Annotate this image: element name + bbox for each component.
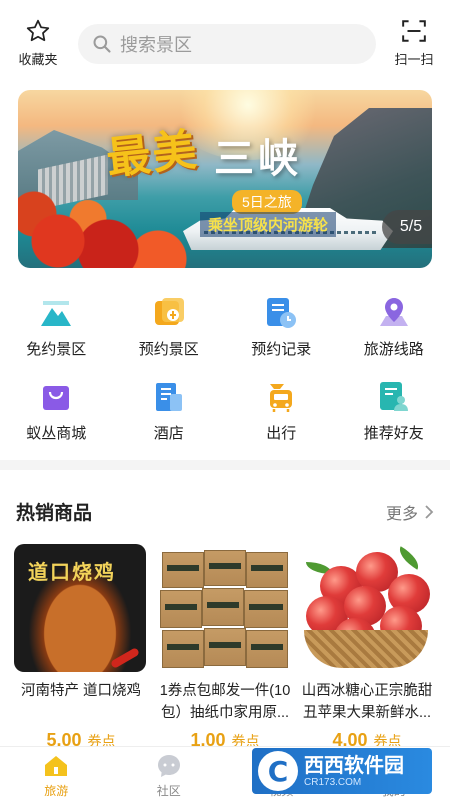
more-label: 更多	[385, 506, 418, 523]
star-icon	[26, 19, 50, 42]
product-card[interactable]: 道口烧鸡 河南特产 道口烧鸡 5.00 券点	[14, 544, 148, 751]
service-label: 推荐好友	[363, 425, 424, 442]
chili-decoration	[110, 647, 140, 669]
product-image-apple	[300, 544, 432, 672]
mountain-icon	[39, 296, 73, 330]
promo-banner[interactable]: 最美 三峡 5日之旅 乘坐顶级内河游轮 5/5	[18, 90, 432, 268]
search-placeholder: 搜索景区	[120, 35, 192, 55]
top-bar: 收藏夹 搜索景区 扫一扫	[0, 0, 450, 82]
home-icon	[43, 753, 69, 779]
scan-label: 扫一扫	[394, 52, 434, 67]
hot-products-title: 热销商品	[16, 503, 93, 524]
service-reservation-records[interactable]: 预约记录	[225, 290, 338, 374]
service-label: 免约景区	[26, 341, 87, 358]
section-divider	[0, 460, 450, 470]
scan-icon	[402, 20, 426, 42]
location-pin-icon	[377, 296, 411, 330]
search-icon	[93, 35, 111, 53]
ticket-icon	[152, 296, 186, 330]
tab-travel[interactable]: 旅游	[0, 747, 113, 800]
banner-title-main: 最美	[104, 124, 201, 185]
service-recommend-friends[interactable]: 推荐好友	[338, 374, 450, 458]
service-mall[interactable]: 蚁丛商城	[0, 374, 113, 458]
product-name: 山西冰糖心正宗脆甜丑苹果大果新鲜水...	[301, 683, 433, 721]
tab-label: 社区	[156, 784, 181, 798]
basket-decoration	[304, 630, 428, 668]
product-image-chicken: 道口烧鸡	[14, 544, 146, 672]
service-grid: 免约景区 预约景区 预约记录 旅游线路 蚁丛商城 酒店 出行 推荐好友	[0, 290, 450, 458]
record-clock-icon	[264, 296, 298, 330]
search-bar[interactable]: 搜索景区	[78, 24, 376, 64]
chat-bubble-icon	[156, 753, 182, 779]
shopping-bag-icon	[39, 380, 73, 414]
recommend-friend-icon	[377, 380, 411, 414]
service-travel-routes[interactable]: 旅游线路	[338, 290, 450, 374]
service-label: 旅游线路	[363, 341, 424, 358]
scan-button[interactable]: 扫一扫	[388, 18, 440, 68]
product-name: 1券点包邮发一件(10包）抽纸巾家用原...	[159, 683, 291, 721]
tab-community[interactable]: 社区	[113, 747, 226, 800]
service-label: 预约景区	[138, 341, 199, 358]
service-free-scenic[interactable]: 免约景区	[0, 290, 113, 374]
service-reserve-scenic[interactable]: 预约景区	[113, 290, 226, 374]
service-label: 蚁丛商城	[26, 425, 87, 442]
banner-subtitle-days: 5日之旅	[232, 190, 302, 214]
more-link[interactable]: 更多	[386, 500, 434, 524]
watermark-c-icon: C	[258, 751, 298, 791]
favorites-button[interactable]: 收藏夹	[12, 18, 64, 68]
banner-subtitle-cruise: 乘坐顶级内河游轮	[200, 212, 337, 237]
watermark-logo: C 西西软件园 CR173.COM	[252, 748, 432, 794]
product-name: 河南特产 道口烧鸡	[20, 683, 142, 699]
watermark-url: CR173.COM	[304, 776, 362, 788]
service-label: 预约记录	[251, 341, 312, 358]
banner-red-leaves	[18, 178, 218, 268]
banner-page-counter: 5/5	[382, 210, 432, 244]
service-label: 出行	[266, 425, 297, 442]
service-label: 酒店	[153, 425, 184, 442]
bus-icon	[264, 380, 298, 414]
product-card[interactable]: 山西冰糖心正宗脆甜丑苹果大果新鲜水... 4.00 券点	[300, 544, 434, 751]
favorites-label: 收藏夹	[18, 52, 58, 67]
product-image-text: 道口烧鸡	[28, 562, 116, 584]
hotel-icon	[152, 380, 186, 414]
tab-label: 旅游	[44, 784, 69, 798]
product-image-tissue	[158, 544, 290, 672]
watermark-brand: 西西软件园	[304, 754, 404, 777]
service-travel[interactable]: 出行	[225, 374, 338, 458]
banner-title-place: 三峡	[214, 137, 302, 181]
service-hotel[interactable]: 酒店	[113, 374, 226, 458]
product-card[interactable]: 1券点包邮发一件(10包）抽纸巾家用原... 1.00 券点	[158, 544, 292, 751]
chevron-right-icon	[425, 505, 434, 519]
